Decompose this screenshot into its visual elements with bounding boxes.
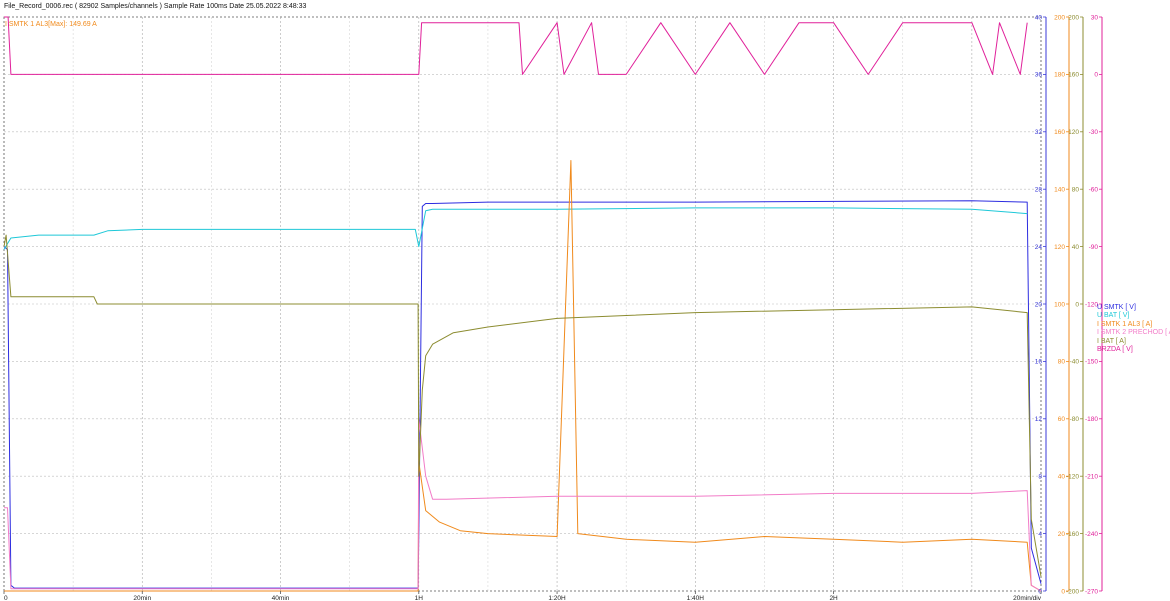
chart-legend: U SMTK [ V] U BAT [ V] I SMTK 1 AL3 [ A] I …	[1097, 304, 1170, 354]
y-axis-tick-label: 200	[1054, 14, 1065, 21]
x-axis-tick-label: 1:20H	[548, 595, 566, 601]
y-axis-tick-label: 160	[1054, 129, 1065, 136]
y-axis-tick-label: -120	[1066, 474, 1079, 481]
y-axis-tick-label: 0	[1094, 72, 1098, 79]
y-axis-tick-label: -240	[1085, 531, 1098, 538]
y-axis-tick-label: 120	[1054, 244, 1065, 251]
series-line	[4, 16, 1028, 75]
x-axis-tick-label: 2H	[829, 595, 838, 601]
y-axis-tick-label: -30	[1089, 129, 1099, 136]
y-axis-tick-label: 160	[1068, 72, 1079, 79]
x-axis-tick-label: 20min/div	[1013, 595, 1042, 601]
y-axis-tick-label: 24	[1035, 244, 1043, 251]
y-axis-tick-label: 20	[1035, 301, 1043, 308]
y-axis-tick-label: -210	[1085, 474, 1098, 481]
y-axis-tick-label: -40	[1070, 359, 1080, 366]
x-axis-tick-label: 0	[4, 595, 8, 601]
x-axis-tick-label: 1H	[415, 595, 424, 601]
legend-entry: U BAT [ V]	[1097, 312, 1130, 320]
series-line	[3, 200, 1042, 589]
y-axis-tick-label: 28	[1035, 187, 1043, 194]
y-axis-tick-label: 40	[1058, 474, 1066, 481]
legend-entry: I SMTK 2 PRECHOD [ A]	[1097, 329, 1170, 337]
x-axis-tick-label: 20min	[133, 595, 151, 601]
y-axis-tick-label: -200	[1066, 588, 1079, 595]
series-line	[3, 234, 1042, 577]
y-axis-tick-label: -270	[1085, 588, 1098, 595]
y-axis-tick-label: -160	[1066, 531, 1079, 538]
y-axis-tick-label: 12	[1035, 416, 1043, 423]
y-axis-tick-label: 0	[1075, 301, 1079, 308]
series-line	[3, 207, 1028, 250]
multi-axis-line-chart: 0 4 8 12 16 20 24 28 32 36 40 0 20 40 60 80 100 120 140 160…	[3, 14, 1103, 601]
y-axis-tick-label: -180	[1085, 416, 1098, 423]
y-axis-tick-label: 16	[1035, 359, 1043, 366]
series-line	[4, 418, 1042, 592]
y-axis-tick-label: -150	[1085, 359, 1098, 366]
y-axis-tick-label: -60	[1089, 187, 1099, 194]
y-axis-tick-label: 80	[1072, 187, 1080, 194]
y-axis-tick-label: 200	[1068, 14, 1079, 21]
x-axis-tick-label: 40min	[272, 595, 290, 601]
y-axis-tick-label: 40	[1035, 14, 1043, 21]
legend-entry: I SMTK 1 AL3 [ A]	[1097, 320, 1153, 328]
y-axis-tick-label: 20	[1058, 531, 1066, 538]
y-axis-tick-label: 180	[1054, 72, 1065, 79]
legend-entry: U SMTK [ V]	[1097, 304, 1136, 311]
legend-entry: I BAT [ A]	[1097, 337, 1126, 345]
y-axis-tick-label: 30	[1091, 14, 1099, 21]
y-axis-tick-label: -80	[1070, 416, 1080, 423]
y-axis-tick-label: 36	[1035, 72, 1043, 79]
y-axis-tick-label: 100	[1054, 301, 1065, 308]
y-axis-tick-label: 140	[1054, 187, 1065, 194]
y-axis-tick-label: 80	[1058, 359, 1066, 366]
y-axis-tick-label: 8	[1038, 474, 1042, 481]
y-axis-tick-label: 40	[1072, 244, 1080, 251]
y-axis-tick-label: -90	[1089, 244, 1099, 251]
y-axis-tick-label: 0	[1061, 588, 1065, 595]
y-axis-tick-label: 32	[1035, 129, 1043, 136]
x-axis-tick-label: 1:40H	[687, 595, 705, 601]
y-axis-tick-label: 4	[1038, 531, 1042, 538]
series-line	[4, 160, 1042, 592]
y-axis-tick-label: 120	[1068, 129, 1079, 136]
legend-entry: BRZDA [ V]	[1097, 346, 1133, 354]
y-axis-tick-label: 60	[1058, 416, 1066, 423]
